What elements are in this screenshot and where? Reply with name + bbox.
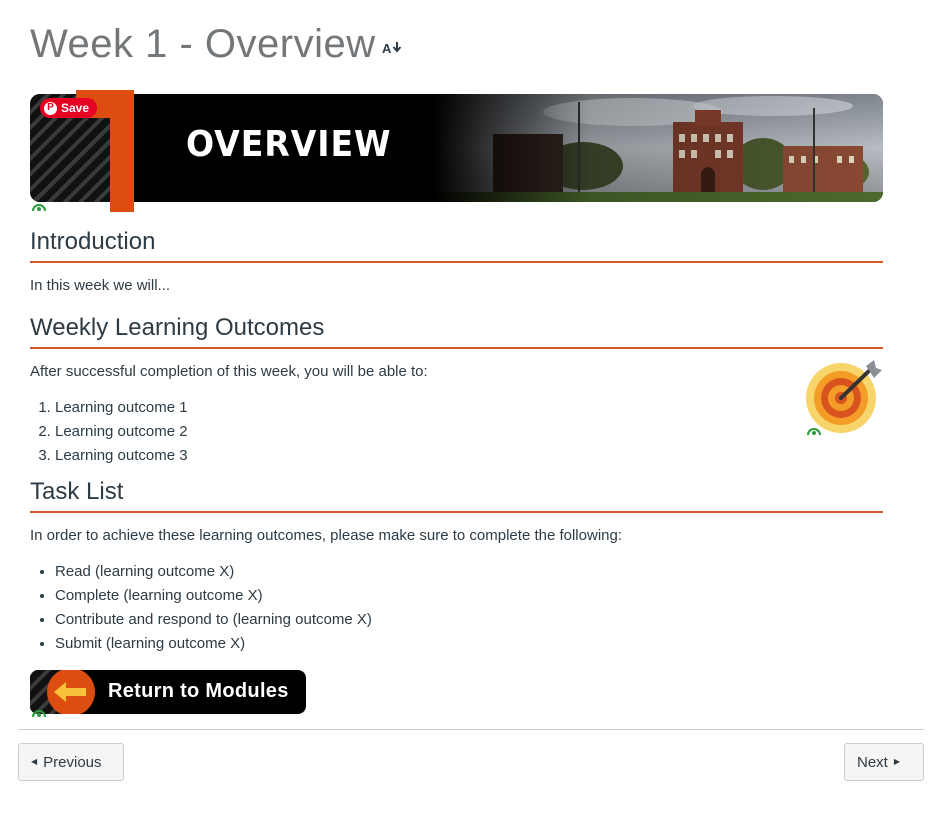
outcomes-heading: Weekly Learning Outcomes: [30, 313, 883, 349]
title-row: Week 1 - Overview A: [30, 18, 404, 70]
next-button[interactable]: Next ▶: [844, 743, 924, 781]
image-edit-icon[interactable]: [31, 707, 47, 717]
outcomes-list: Learning outcome 1 Learning outcome 2 Le…: [30, 396, 188, 468]
image-edit-icon[interactable]: [806, 425, 822, 435]
footer-divider: [18, 729, 924, 730]
svg-text:A: A: [382, 41, 392, 56]
return-to-modules-label: Return to Modules: [108, 680, 289, 702]
campus-photo: [433, 94, 883, 202]
list-item: Contribute and respond to (learning outc…: [55, 608, 372, 632]
list-item: Submit (learning outcome X): [55, 632, 372, 656]
pinterest-icon: P: [44, 101, 57, 115]
page: Week 1 - Overview A OVERVIEW P Save Intr…: [0, 0, 943, 819]
previous-button[interactable]: ◀ Previous: [18, 743, 124, 781]
return-to-modules-button[interactable]: Return to Modules: [30, 670, 306, 714]
caret-right-icon: ▶: [893, 757, 900, 766]
introduction-heading: Introduction: [30, 227, 883, 263]
pinterest-save-button[interactable]: P Save: [40, 98, 98, 118]
banner-heading: OVERVIEW: [186, 124, 392, 165]
list-item: Complete (learning outcome X): [55, 584, 372, 608]
text-direction-icon[interactable]: A: [382, 40, 404, 56]
next-label: Next: [857, 753, 888, 771]
arrow-left-icon: [47, 670, 95, 714]
list-item: Read (learning outcome X): [55, 560, 372, 584]
previous-label: Previous: [43, 753, 102, 771]
task-list-intro: In order to achieve these learning outco…: [30, 527, 623, 544]
list-item: Learning outcome 3: [55, 444, 188, 468]
introduction-text: In this week we will...: [30, 277, 171, 294]
page-title: Week 1 - Overview: [30, 22, 376, 66]
pinterest-save-label: Save: [61, 101, 90, 115]
image-edit-icon[interactable]: [31, 201, 47, 211]
overview-banner: OVERVIEW: [30, 94, 883, 202]
list-item: Learning outcome 1: [55, 396, 188, 420]
caret-left-icon: ◀: [31, 757, 38, 766]
outcomes-intro: After successful completion of this week…: [30, 363, 428, 380]
task-list: Read (learning outcome X) Complete (lear…: [30, 560, 372, 656]
task-list-heading: Task List: [30, 477, 883, 513]
list-item: Learning outcome 2: [55, 420, 188, 444]
